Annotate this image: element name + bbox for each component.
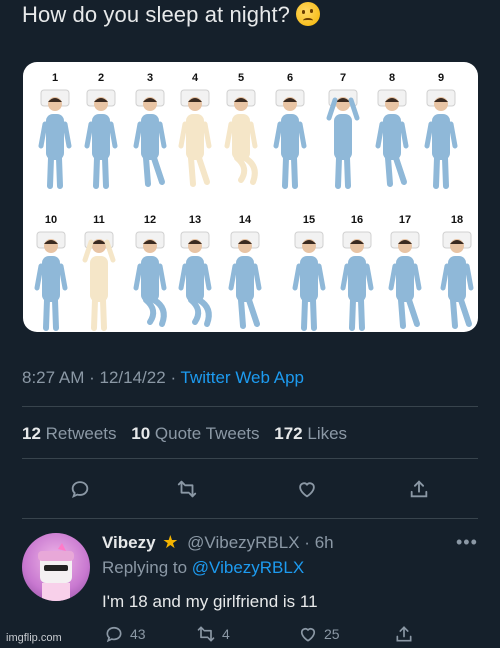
replying-to: Replying to @VibezyRBLX xyxy=(102,558,304,578)
tweet-date: 12/14/22 xyxy=(99,368,166,387)
retweets-stat[interactable]: 12 Retweets xyxy=(22,424,117,443)
sleep-position-9: 9 xyxy=(419,72,463,192)
likes-label: Likes xyxy=(307,424,348,443)
sleep-position-17: 17 xyxy=(383,214,427,332)
reply-author-handle[interactable]: @VibezyRBLX xyxy=(187,533,299,552)
reply-like-button[interactable]: 25 xyxy=(298,624,340,644)
replying-prefix: Replying to xyxy=(102,558,188,577)
sleep-position-12: 12 xyxy=(128,214,172,332)
sleep-position-2: 2 xyxy=(79,72,123,192)
retweets-label: Retweets xyxy=(45,424,117,443)
sleep-position-1: 1 xyxy=(33,72,77,192)
reply-text: I'm 18 and my girlfriend is 11 xyxy=(102,592,318,611)
reply-icon xyxy=(71,481,89,499)
position-number: 16 xyxy=(350,214,364,226)
sleep-position-15: 15 xyxy=(287,214,331,332)
position-number: 14 xyxy=(238,214,252,226)
sleep-position-16: 16 xyxy=(335,214,379,332)
share-icon xyxy=(396,626,412,642)
thinking-face-icon xyxy=(296,2,320,26)
position-number: 15 xyxy=(302,214,316,226)
position-number: 7 xyxy=(339,72,347,84)
sleep-position-6: 6 xyxy=(268,72,312,192)
tweet-action-bar xyxy=(0,472,500,506)
replying-mention-link[interactable]: @VibezyRBLX xyxy=(192,558,304,577)
like-icon xyxy=(299,482,315,498)
more-options-icon[interactable]: ••• xyxy=(456,532,478,553)
meta-separator: · xyxy=(89,368,95,387)
reply-author-name[interactable]: Vibezy xyxy=(102,533,156,552)
reply-action-bar: 43 4 25 xyxy=(0,624,500,648)
position-number: 9 xyxy=(437,72,445,84)
retweet-button[interactable] xyxy=(170,472,204,506)
avatar-image xyxy=(38,543,74,601)
position-number: 6 xyxy=(286,72,294,84)
position-number: 11 xyxy=(93,214,105,226)
position-number: 5 xyxy=(237,72,245,84)
position-number: 1 xyxy=(51,72,59,84)
sleep-position-18: 18 xyxy=(435,214,478,332)
reply-button[interactable] xyxy=(63,472,97,506)
retweets-count: 12 xyxy=(22,424,41,443)
sleep-position-10: 10 xyxy=(29,214,73,332)
quote-tweets-count: 10 xyxy=(131,424,151,443)
sleep-position-5: 5 xyxy=(219,72,263,192)
star-icon: ★ xyxy=(162,532,179,552)
tweet-text: How do you sleep at night? xyxy=(22,2,320,28)
reply-age[interactable]: 6h xyxy=(315,533,334,552)
meta-separator: · xyxy=(170,368,177,387)
sleep-position-13: 13 xyxy=(173,214,217,332)
reply-separator: · xyxy=(304,533,310,552)
quote-tweets-label: Quote Tweets xyxy=(154,424,260,443)
reply-reply-button[interactable]: 43 xyxy=(104,624,146,644)
sleep-position-4: 4 xyxy=(173,72,217,192)
position-number: 18 xyxy=(450,214,464,226)
tweet-time: 8:27 AM xyxy=(22,368,85,387)
position-number: 13 xyxy=(188,214,202,226)
like-icon xyxy=(300,627,316,642)
tweet-source-link[interactable]: Twitter Web App xyxy=(181,368,304,387)
avatar[interactable] xyxy=(22,533,90,601)
reply-header: Vibezy ★ @VibezyRBLX · 6h xyxy=(102,532,334,553)
position-number: 10 xyxy=(44,214,58,226)
tweet-question: How do you sleep at night? xyxy=(22,2,290,27)
sleep-position-11: 11 xyxy=(77,214,121,332)
position-number: 17 xyxy=(398,214,412,226)
divider xyxy=(22,518,478,519)
tweet-stats: 12 Retweets 10 Quote Tweets 172 Likes xyxy=(22,424,347,444)
reply-retweet-button[interactable]: 4 xyxy=(196,624,230,644)
imgflip-watermark: imgflip.com xyxy=(6,632,62,644)
reply-share-button[interactable] xyxy=(394,624,420,644)
retweet-icon xyxy=(197,626,215,642)
like-button[interactable] xyxy=(290,472,324,506)
divider xyxy=(22,458,478,459)
tweet-media-image[interactable]: 1 2 3 4 5 6 7 8 9 10 11 12 13 14 15 16 1… xyxy=(23,62,478,332)
quote-tweets-stat[interactable]: 10 Quote Tweets xyxy=(131,424,259,443)
sleep-position-14: 14 xyxy=(223,214,267,332)
reply-retweet-count: 4 xyxy=(222,626,230,642)
likes-stat[interactable]: 172 Likes xyxy=(274,424,347,443)
divider xyxy=(22,406,478,407)
position-number: 12 xyxy=(143,214,157,226)
reply-icon xyxy=(106,626,122,643)
likes-count: 172 xyxy=(274,424,303,443)
retweet-icon xyxy=(177,480,197,498)
share-button[interactable] xyxy=(402,472,436,506)
sleep-position-3: 3 xyxy=(128,72,172,192)
reply-like-count: 25 xyxy=(324,626,340,642)
reply-reply-count: 43 xyxy=(130,626,146,642)
sleep-position-7: 7 xyxy=(321,72,365,192)
position-number: 4 xyxy=(191,72,199,84)
position-number: 3 xyxy=(146,72,154,84)
position-number: 2 xyxy=(97,72,105,84)
position-number: 8 xyxy=(388,72,396,84)
sleep-position-8: 8 xyxy=(370,72,414,192)
share-icon xyxy=(410,480,428,498)
tweet-metadata: 8:27 AM · 12/14/22 · Twitter Web App xyxy=(22,368,304,388)
